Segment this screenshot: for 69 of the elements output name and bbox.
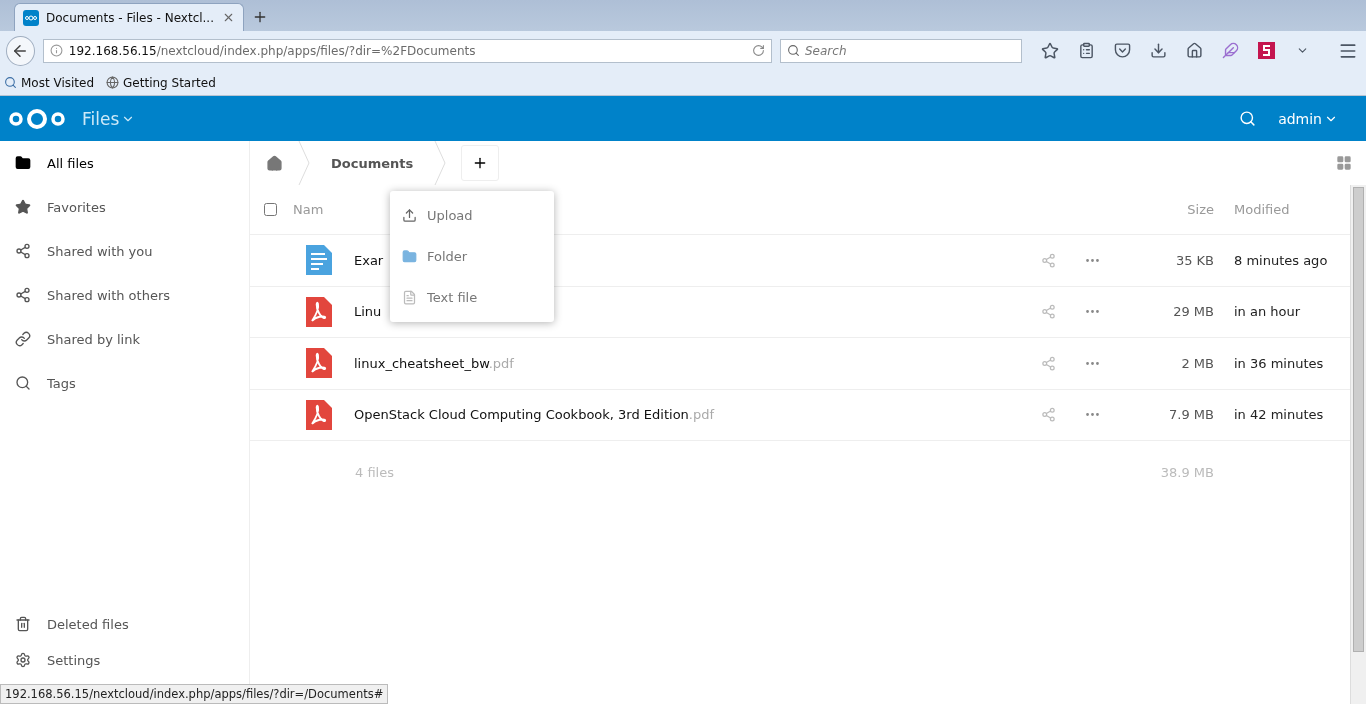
link-icon (15, 331, 31, 347)
search-field[interactable]: Search (780, 38, 1022, 63)
share-icon (15, 243, 31, 259)
modified-time: 8 minutes ago (1234, 252, 1329, 268)
menu-item[interactable]: Folder (390, 236, 554, 277)
file-name[interactable]: linux_cheatsheet_bw.pdf (354, 355, 514, 371)
modified-time: in 42 minutes (1234, 407, 1325, 423)
trash-icon (15, 616, 31, 632)
back-button[interactable] (6, 35, 35, 66)
modified-time: in an hour (1234, 304, 1302, 320)
pdf-icon (306, 399, 332, 430)
file-name[interactable]: Exar (354, 252, 384, 268)
new-button[interactable] (461, 145, 500, 181)
settings-icon (15, 652, 31, 668)
upload-icon (402, 208, 417, 223)
sidebar-item[interactable]: Shared by link (0, 317, 249, 361)
tab-title: Documents - Files - Nextcl... (46, 10, 215, 25)
status-tooltip: 192.168.56.15/nextcloud/index.php/apps/files/?dir=/Documents# (0, 684, 389, 704)
file-count: 4 files (355, 464, 395, 480)
url-host: 192.168.56.15 (68, 43, 157, 58)
file-size: 2 MB (1180, 355, 1215, 371)
sidebar-item[interactable]: Tags (0, 361, 249, 405)
search-icon (787, 43, 800, 57)
search-icon (15, 375, 31, 391)
sidebar-item[interactable]: Favorites (0, 185, 249, 229)
breadcrumb-separator (433, 141, 448, 185)
logo-icon (25, 14, 37, 21)
file-size: 7.9 MB (1168, 407, 1215, 423)
document-icon (402, 290, 417, 305)
new-tab-icon[interactable] (252, 9, 268, 25)
reload-icon[interactable] (752, 44, 765, 57)
share-icon (15, 287, 31, 303)
breadcrumb-separator (297, 141, 311, 185)
url-path: /nextcloud/index.php/apps/files/?dir=%2FDocuments (156, 43, 476, 58)
select-all-checkbox[interactable] (264, 203, 277, 216)
sidebar-item[interactable]: Shared with you (0, 229, 249, 273)
nextcloud-logo (8, 107, 66, 130)
file-size: 29 MB (1172, 304, 1215, 320)
total-size: 38.9 MB (1159, 464, 1215, 480)
pdf-icon (306, 348, 332, 379)
globe-icon (106, 76, 120, 89)
file-name[interactable]: Linu (354, 304, 382, 320)
menu-item[interactable]: Text file (390, 277, 554, 318)
star-icon (15, 199, 31, 215)
sidebar-item[interactable]: All files (0, 141, 249, 185)
browser-tab[interactable]: Documents - Files - Nextcl... (14, 3, 244, 31)
modified-time: in 36 minutes (1234, 355, 1325, 371)
file-size: 35 KB (1174, 252, 1215, 268)
bookmark-link[interactable]: Getting Started (106, 75, 216, 90)
sidebar-item[interactable]: Settings (0, 642, 249, 678)
breadcrumb-link[interactable]: Documents (325, 155, 420, 171)
address-field[interactable]: 192.168.56.15/nextcloud/index.php/apps/files/?dir=%2FDocuments (42, 38, 772, 63)
scrollbar[interactable] (1350, 185, 1366, 704)
folder-icon (402, 249, 417, 264)
search-icon (4, 76, 17, 89)
sidebar-item[interactable]: Deleted files (0, 606, 249, 642)
grid-view-icon[interactable] (1336, 155, 1352, 171)
search-icon[interactable] (1239, 110, 1257, 127)
info-icon (49, 44, 63, 57)
bookmark-link[interactable]: Most Visited (4, 75, 95, 90)
close-icon[interactable] (222, 11, 235, 24)
folder-icon (15, 155, 31, 171)
pdf-icon (306, 296, 332, 327)
user-menu[interactable]: admin (1272, 109, 1344, 128)
home-icon[interactable] (266, 154, 283, 172)
file-name[interactable]: OpenStack Cloud Computing Cookbook, 3rd Edition.pdf (354, 407, 715, 423)
document-icon (306, 245, 332, 276)
sidebar-item[interactable]: Shared with others (0, 273, 249, 317)
menu-item[interactable]: Upload (390, 195, 554, 236)
